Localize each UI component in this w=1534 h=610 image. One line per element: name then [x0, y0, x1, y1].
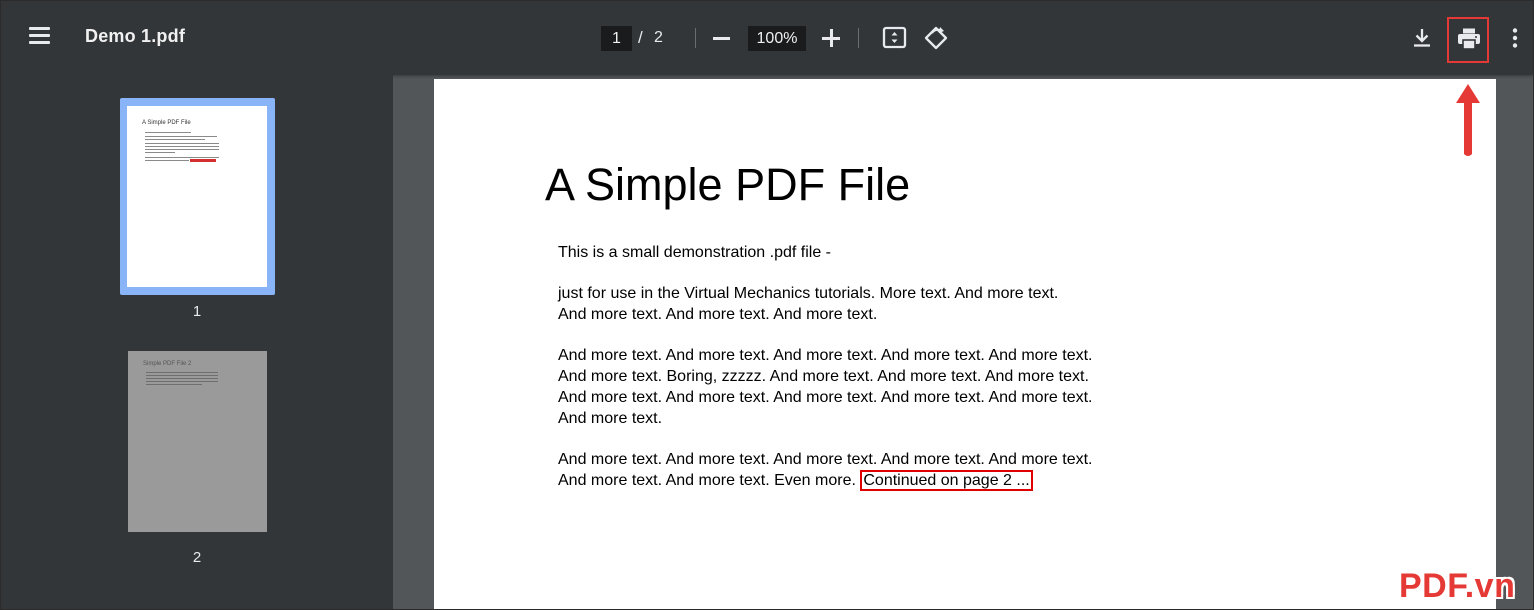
thumbnail-text-line	[146, 375, 218, 376]
menu-icon[interactable]	[29, 25, 59, 51]
thumbnail-text-line	[146, 372, 218, 373]
thumbnail-title: A Simple PDF File	[142, 120, 191, 126]
more-options-icon[interactable]	[1511, 27, 1519, 49]
thumbnail-text-line	[145, 132, 191, 133]
thumbnail-page-2[interactable]: Simple PDF File 2	[128, 351, 267, 532]
current-page-input[interactable]: 1	[601, 26, 632, 51]
thumbnail-text-line	[145, 146, 219, 147]
continued-link[interactable]: Continued on page 2 ...	[860, 470, 1033, 491]
zoom-in-icon[interactable]	[822, 29, 840, 47]
pdf-paragraph: This is a small demonstration .pdf file …	[558, 244, 831, 261]
print-button-highlight	[1447, 17, 1489, 63]
thumbnail-page-1-preview: A Simple PDF File	[127, 106, 267, 287]
thumbnail-page-number: 1	[192, 303, 202, 320]
thumbnail-title: Simple PDF File 2	[143, 361, 192, 367]
thumbnail-link-highlight	[190, 159, 216, 162]
watermark-logo: PDF.vn	[1399, 567, 1516, 605]
download-icon[interactable]	[1411, 27, 1433, 49]
thumbnail-text-line	[145, 143, 219, 144]
toolbar: Demo 1.pdf 1 / 2 100%	[1, 1, 1533, 75]
thumbnail-text-line	[145, 139, 205, 140]
pdf-heading: A Simple PDF File	[545, 159, 911, 210]
thumbnail-page-1[interactable]: A Simple PDF File 1	[120, 98, 275, 320]
thumbnail-text-line	[145, 157, 219, 158]
toolbar-divider	[858, 28, 859, 48]
thumbnail-text-line	[145, 160, 189, 161]
page-separator: /	[638, 28, 643, 47]
thumbnail-page-number: 2	[192, 549, 202, 566]
pdf-paragraph-with-link: And more text. And more text. And more t…	[558, 449, 1118, 491]
thumbnail-text-line	[145, 152, 175, 153]
thumbnail-text-line	[146, 381, 218, 382]
toolbar-divider	[695, 28, 696, 48]
thumbnail-sidebar: A Simple PDF File 1 Simple PDF File 2 2	[1, 75, 393, 609]
thumbnail-text-line	[146, 378, 218, 379]
thumbnail-text-line	[146, 384, 202, 385]
pdf-paragraph: And more text. And more text. And more t…	[558, 347, 1093, 427]
zoom-out-icon[interactable]	[713, 37, 730, 40]
zoom-level-input[interactable]: 100%	[748, 26, 806, 51]
pdf-paragraph: just for use in the Virtual Mechanics tu…	[558, 285, 1059, 323]
rotate-icon[interactable]	[923, 25, 949, 51]
pdf-page: A Simple PDF File This is a small demons…	[434, 79, 1496, 609]
thumbnail-text-line	[145, 149, 219, 150]
fit-page-icon[interactable]	[882, 26, 908, 50]
pdf-viewer-window: Demo 1.pdf 1 / 2 100% A Simple PDF File …	[0, 0, 1534, 610]
document-title: Demo 1.pdf	[85, 26, 186, 46]
arrow-up-icon	[1453, 81, 1483, 161]
thumbnail-text-line	[145, 136, 217, 137]
total-pages: 2	[654, 29, 663, 46]
